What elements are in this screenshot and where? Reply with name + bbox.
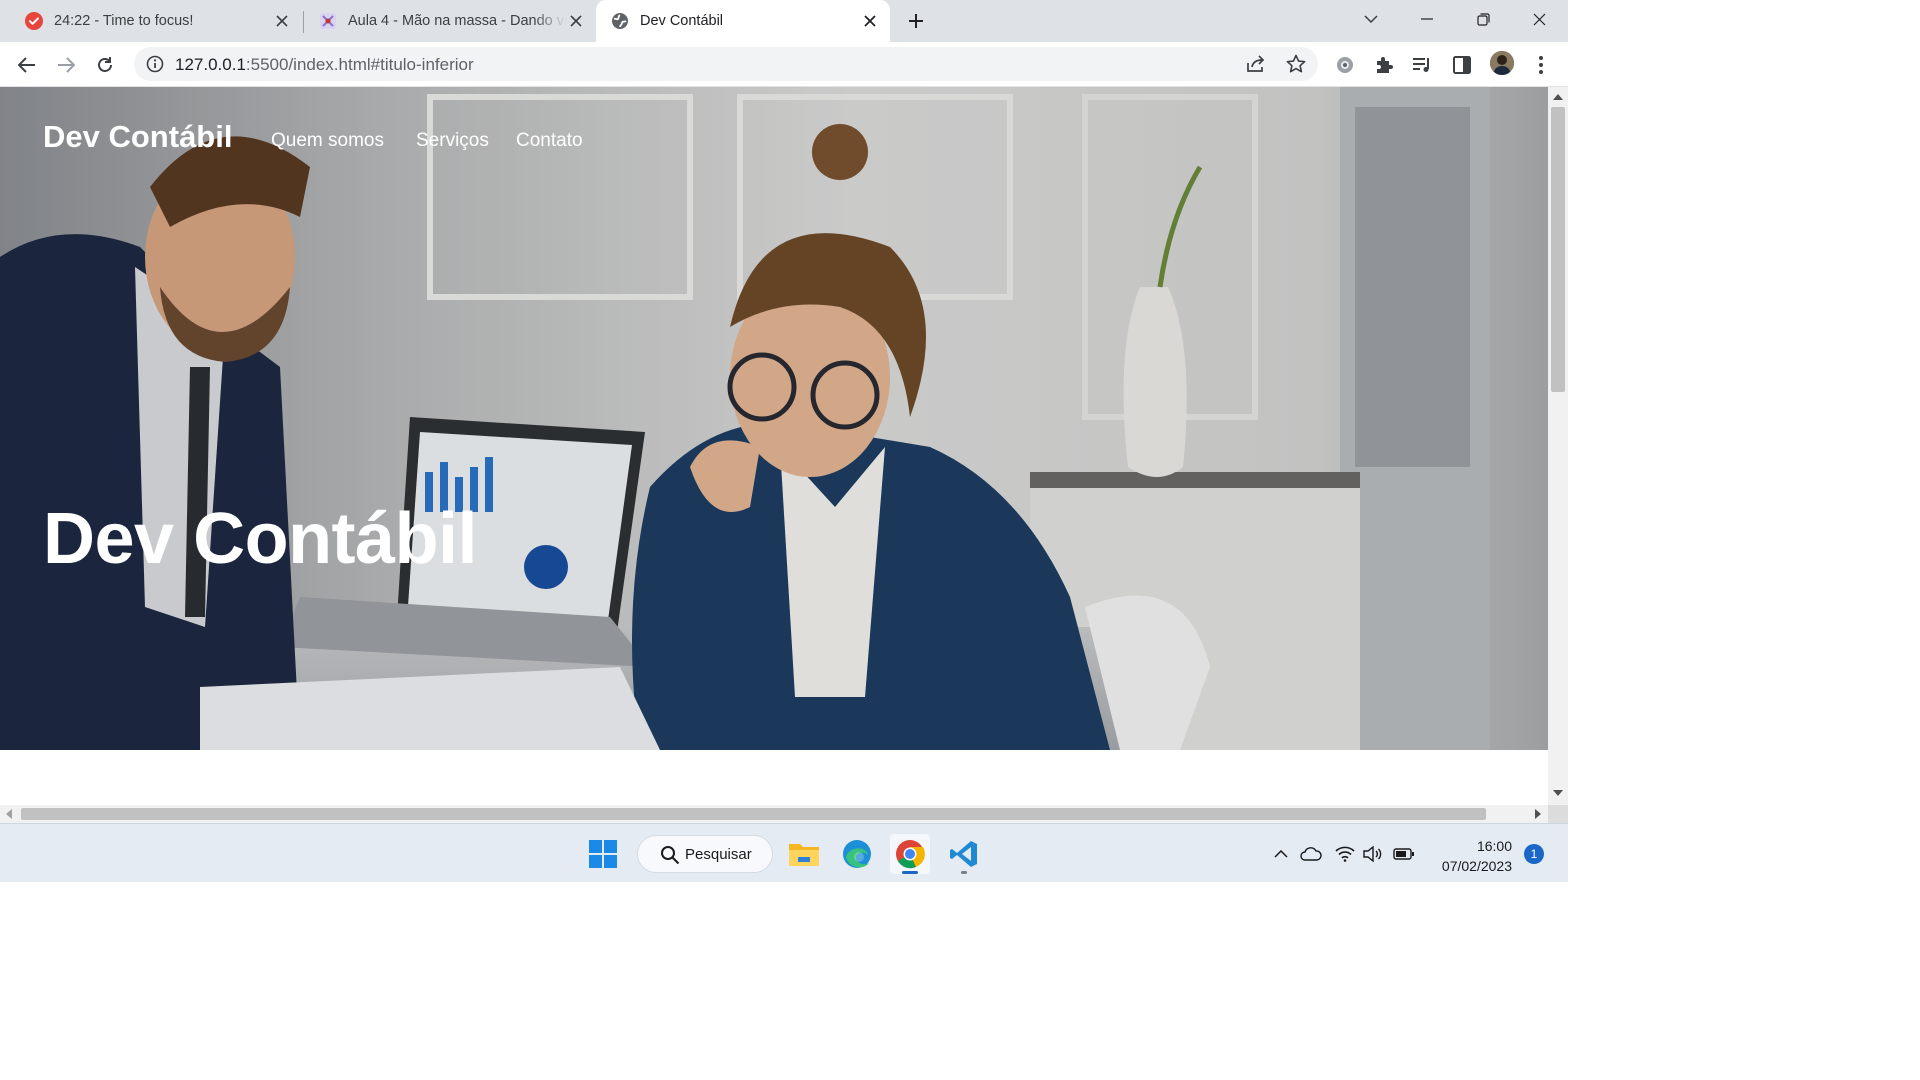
reload-button[interactable] [90, 50, 120, 80]
volume-icon[interactable] [1362, 843, 1384, 865]
start-button[interactable] [583, 834, 623, 874]
nav-link-contato[interactable]: Contato [516, 130, 583, 152]
running-app-indicator [961, 871, 967, 874]
tab-close-icon[interactable] [566, 11, 586, 31]
share-icon[interactable] [1245, 53, 1267, 75]
vertical-scrollbar[interactable] [1548, 87, 1568, 805]
new-tab-button[interactable] [903, 8, 929, 34]
url-text[interactable]: 127.0.0.1:5500/index.html#titulo-inferio… [175, 55, 474, 75]
edge-button[interactable] [837, 834, 877, 874]
scroll-down-arrow-icon[interactable] [1553, 790, 1563, 796]
horizontal-scroll-thumb[interactable] [21, 808, 1486, 820]
tab-strip: 24:22 - Time to focus! Aula 4 - Mão na m… [0, 0, 1568, 42]
profile-avatar[interactable] [1490, 51, 1514, 75]
side-panel-button[interactable] [1447, 50, 1477, 80]
arrow-left-icon [18, 57, 35, 73]
media-control-button[interactable] [1407, 50, 1437, 80]
brand-logo[interactable]: Dev Contábil [43, 119, 232, 155]
url-host: 127.0.0.1 [175, 55, 246, 74]
reload-icon [98, 57, 112, 72]
course-icon [319, 12, 337, 30]
tab-time-to-focus[interactable]: 24:22 - Time to focus! [0, 0, 302, 42]
chevron-up-icon [1274, 850, 1288, 858]
folder-icon [789, 844, 819, 866]
chrome-icon [896, 840, 925, 869]
minimize-icon [1421, 18, 1433, 20]
star-icon[interactable] [1285, 53, 1307, 75]
show-hidden-icons-button[interactable] [1270, 843, 1292, 865]
chevron-down-icon [1364, 15, 1378, 23]
page-viewport: Dev Contábil Quem somos Serviços Contato… [0, 87, 1548, 805]
file-explorer-button[interactable] [784, 834, 824, 874]
horizontal-scrollbar[interactable] [0, 805, 1548, 823]
extension-button[interactable] [1330, 50, 1360, 80]
tab-aula-4[interactable]: Aula 4 - Mão na massa - Dando vida [294, 0, 596, 42]
vertical-scroll-thumb[interactable] [1551, 107, 1565, 392]
site-info-icon[interactable] [146, 55, 164, 73]
browser-menu-button[interactable] [1526, 50, 1556, 80]
more-vertical-icon [1539, 56, 1543, 74]
close-window-button[interactable] [1511, 0, 1567, 38]
globe-icon [611, 12, 629, 30]
back-button[interactable] [12, 50, 42, 80]
browser-toolbar: 127.0.0.1:5500/index.html#titulo-inferio… [0, 42, 1568, 87]
windows-taskbar: Pesquisar 16:00 07/02/2023 1 [0, 823, 1568, 882]
hero-title: Dev Contábil [43, 499, 478, 579]
taskbar-search[interactable]: Pesquisar [637, 835, 773, 873]
arrow-right-icon [58, 57, 75, 73]
address-bar[interactable]: 127.0.0.1:5500/index.html#titulo-inferio… [134, 47, 1318, 81]
side-panel-icon [1453, 56, 1471, 74]
vscode-icon [950, 841, 977, 867]
scroll-right-arrow-icon[interactable] [1535, 809, 1541, 819]
nav-link-quem-somos[interactable]: Quem somos [271, 130, 384, 152]
clock-date: 07/02/2023 [1441, 858, 1512, 874]
edge-icon [843, 840, 871, 868]
wifi-icon[interactable] [1334, 843, 1356, 865]
check-circle-icon [25, 12, 43, 30]
hero-background-photo [0, 87, 1548, 750]
onedrive-icon[interactable] [1300, 843, 1322, 865]
search-label: Pesquisar [685, 846, 752, 863]
forward-button[interactable] [51, 50, 81, 80]
active-app-indicator [902, 871, 918, 874]
clock-time: 16:00 [1476, 838, 1512, 854]
tab-dev-contabil[interactable]: Dev Contábil [596, 0, 890, 42]
minimize-button[interactable] [1399, 0, 1455, 38]
media-queue-icon [1413, 58, 1429, 72]
nav-link-servicos[interactable]: Serviços [416, 130, 489, 152]
puzzle-icon [1377, 57, 1393, 73]
chrome-button[interactable] [890, 834, 930, 874]
windows-logo-icon [589, 840, 617, 868]
tab-search-button[interactable] [1343, 0, 1399, 38]
plus-icon [909, 14, 923, 28]
scroll-up-arrow-icon[interactable] [1553, 94, 1563, 100]
scroll-left-arrow-icon[interactable] [6, 809, 12, 819]
search-icon [660, 845, 680, 865]
notification-badge[interactable]: 1 [1524, 844, 1544, 864]
url-path: :5500/index.html#titulo-inferior [245, 55, 474, 74]
extensions-button[interactable] [1369, 50, 1399, 80]
hero-section: Dev Contábil Quem somos Serviços Contato… [0, 87, 1548, 750]
taskbar-clock[interactable]: 16:00 07/02/2023 [1428, 836, 1512, 876]
restore-button[interactable] [1455, 0, 1511, 38]
scroll-corner [1548, 805, 1568, 823]
battery-icon[interactable] [1393, 843, 1415, 865]
restore-icon [1476, 12, 1490, 26]
vscode-button[interactable] [944, 834, 984, 874]
close-icon [1533, 13, 1545, 25]
tab-close-icon[interactable] [860, 11, 880, 31]
tab-close-icon[interactable] [272, 11, 292, 31]
gear-icon [1337, 57, 1353, 73]
